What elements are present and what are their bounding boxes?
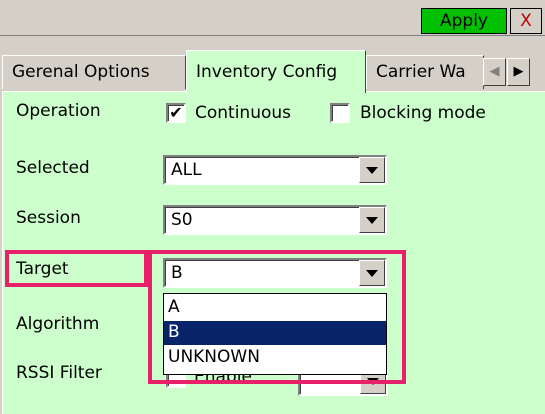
- close-button[interactable]: X: [510, 8, 542, 34]
- session-combo[interactable]: S0: [163, 205, 387, 235]
- blocking-mode-label: Blocking mode: [360, 103, 486, 123]
- session-combo-value: S0: [171, 210, 193, 230]
- selected-combo[interactable]: ALL: [163, 155, 387, 185]
- selected-combo-value: ALL: [171, 160, 202, 180]
- target-combo-highlight: [148, 250, 406, 384]
- tab-label: Gerenal Options: [12, 62, 150, 82]
- tab-scroll-left-icon[interactable]: ◀: [483, 58, 506, 86]
- tab-label: Carrier Wa: [376, 62, 466, 82]
- apply-button[interactable]: Apply: [421, 8, 507, 34]
- tab-general-options[interactable]: Gerenal Options: [2, 55, 186, 89]
- tab-label: Inventory Config: [196, 62, 338, 82]
- operation-label: Operation: [16, 101, 101, 121]
- continuous-label: Continuous: [195, 103, 292, 123]
- blocking-mode-checkbox[interactable]: [330, 103, 350, 123]
- tab-inventory-config[interactable]: Inventory Config: [186, 50, 366, 93]
- chevron-down-icon[interactable]: [359, 207, 385, 233]
- continuous-checkbox[interactable]: ✔: [166, 103, 186, 123]
- tab-carrier-wave[interactable]: Carrier Wa: [366, 55, 484, 89]
- algorithm-label: Algorithm: [16, 314, 100, 334]
- selected-label: Selected: [16, 158, 90, 178]
- rssi-filter-label: RSSI Filter: [16, 363, 102, 383]
- session-label: Session: [16, 208, 81, 228]
- target-label-highlight: [5, 250, 148, 287]
- tab-scroll-right-icon[interactable]: ▶: [507, 58, 530, 86]
- chevron-down-icon[interactable]: [359, 157, 385, 183]
